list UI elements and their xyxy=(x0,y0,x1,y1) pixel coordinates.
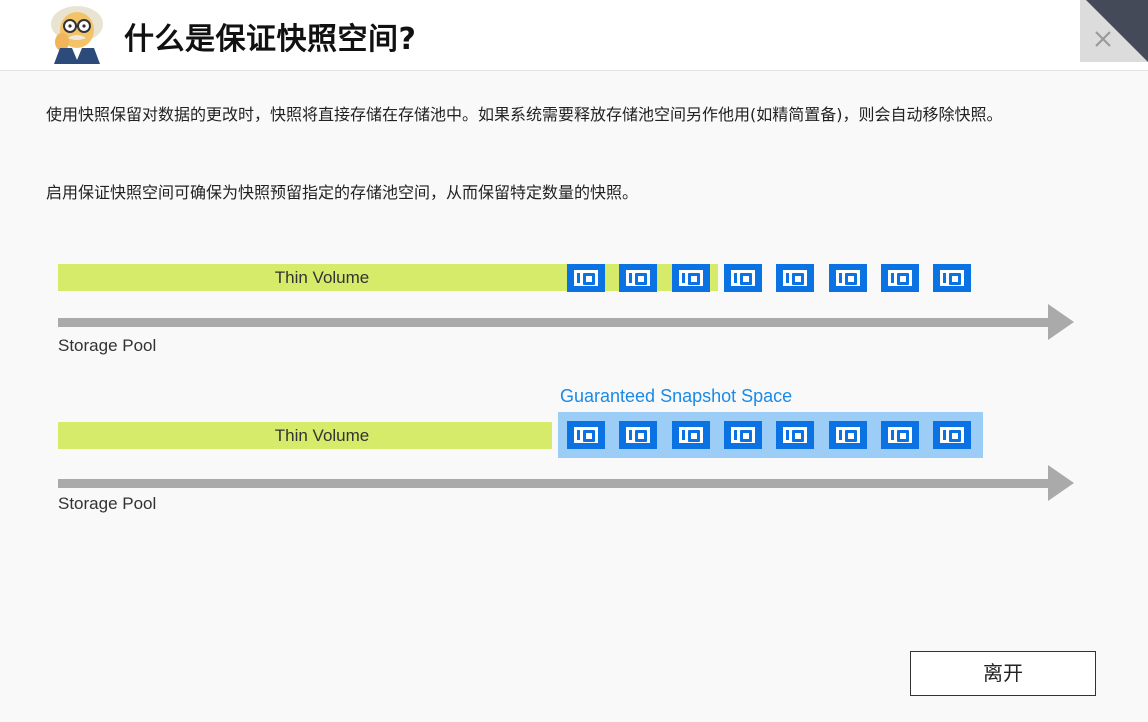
camera-snapshot-icon xyxy=(828,264,867,292)
guaranteed-snapshot-space-label: Guaranteed Snapshot Space xyxy=(560,386,793,406)
camera-snapshot-icon xyxy=(723,421,762,449)
camera-snapshot-icon xyxy=(776,421,815,449)
close-button[interactable] xyxy=(1080,0,1148,62)
camera-snapshot-icon xyxy=(723,264,762,292)
storage-pool-arrowhead-1 xyxy=(1048,304,1074,340)
storage-pool-arrowhead-2 xyxy=(1048,465,1074,501)
camera-snapshot-icon xyxy=(619,264,658,292)
description-paragraph-2: 启用保证快照空间可确保为快照预留指定的存储池空间，从而保留特定数量的快照。 xyxy=(46,183,639,202)
camera-snapshot-icon xyxy=(933,421,972,449)
storage-pool-arrow-2 xyxy=(58,479,1050,488)
camera-snapshot-icon xyxy=(880,264,919,292)
description-paragraph-1: 使用快照保留对数据的更改时，快照将直接存储在存储池中。如果系统需要释放存储池空间… xyxy=(46,105,1003,124)
camera-snapshot-icon xyxy=(880,421,919,449)
storage-pool-arrow-1 xyxy=(58,318,1050,327)
camera-snapshot-icon xyxy=(828,421,867,449)
close-icon[interactable] xyxy=(1092,28,1114,50)
camera-snapshot-icon xyxy=(933,264,972,292)
storage-pool-label-1: Storage Pool xyxy=(58,336,157,355)
leave-button[interactable]: 离开 xyxy=(910,651,1096,696)
thin-volume-label-2: Thin Volume xyxy=(274,426,370,445)
professor-avatar-icon xyxy=(51,6,103,64)
storage-pool-label-2: Storage Pool xyxy=(58,494,157,513)
thin-volume-label-1: Thin Volume xyxy=(274,268,370,287)
camera-snapshot-icon xyxy=(776,264,815,292)
camera-snapshot-icon xyxy=(567,264,605,292)
thin-volume-bar-2: Thin Volume xyxy=(58,422,552,449)
camera-snapshot-icon xyxy=(619,421,658,449)
camera-snapshot-icon xyxy=(567,421,605,449)
camera-snapshot-icon xyxy=(671,264,710,292)
dialog-header: 什么是保证快照空间? xyxy=(0,0,1148,71)
camera-snapshot-icon xyxy=(671,421,710,449)
dialog-title: 什么是保证快照空间? xyxy=(124,22,417,57)
